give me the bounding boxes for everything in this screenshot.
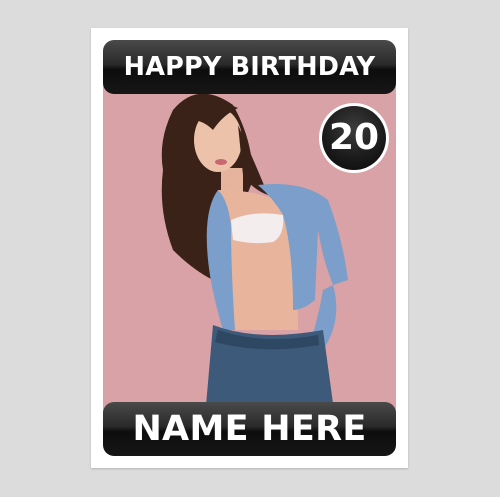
- age-number: 20: [322, 106, 386, 170]
- name-banner: NAME HERE: [103, 402, 396, 456]
- header-banner: HAPPY BIRTHDAY: [103, 40, 396, 94]
- age-badge: 20: [319, 103, 389, 173]
- birthday-card: HAPPY BIRTHDAY 20 NAME HERE: [91, 28, 408, 468]
